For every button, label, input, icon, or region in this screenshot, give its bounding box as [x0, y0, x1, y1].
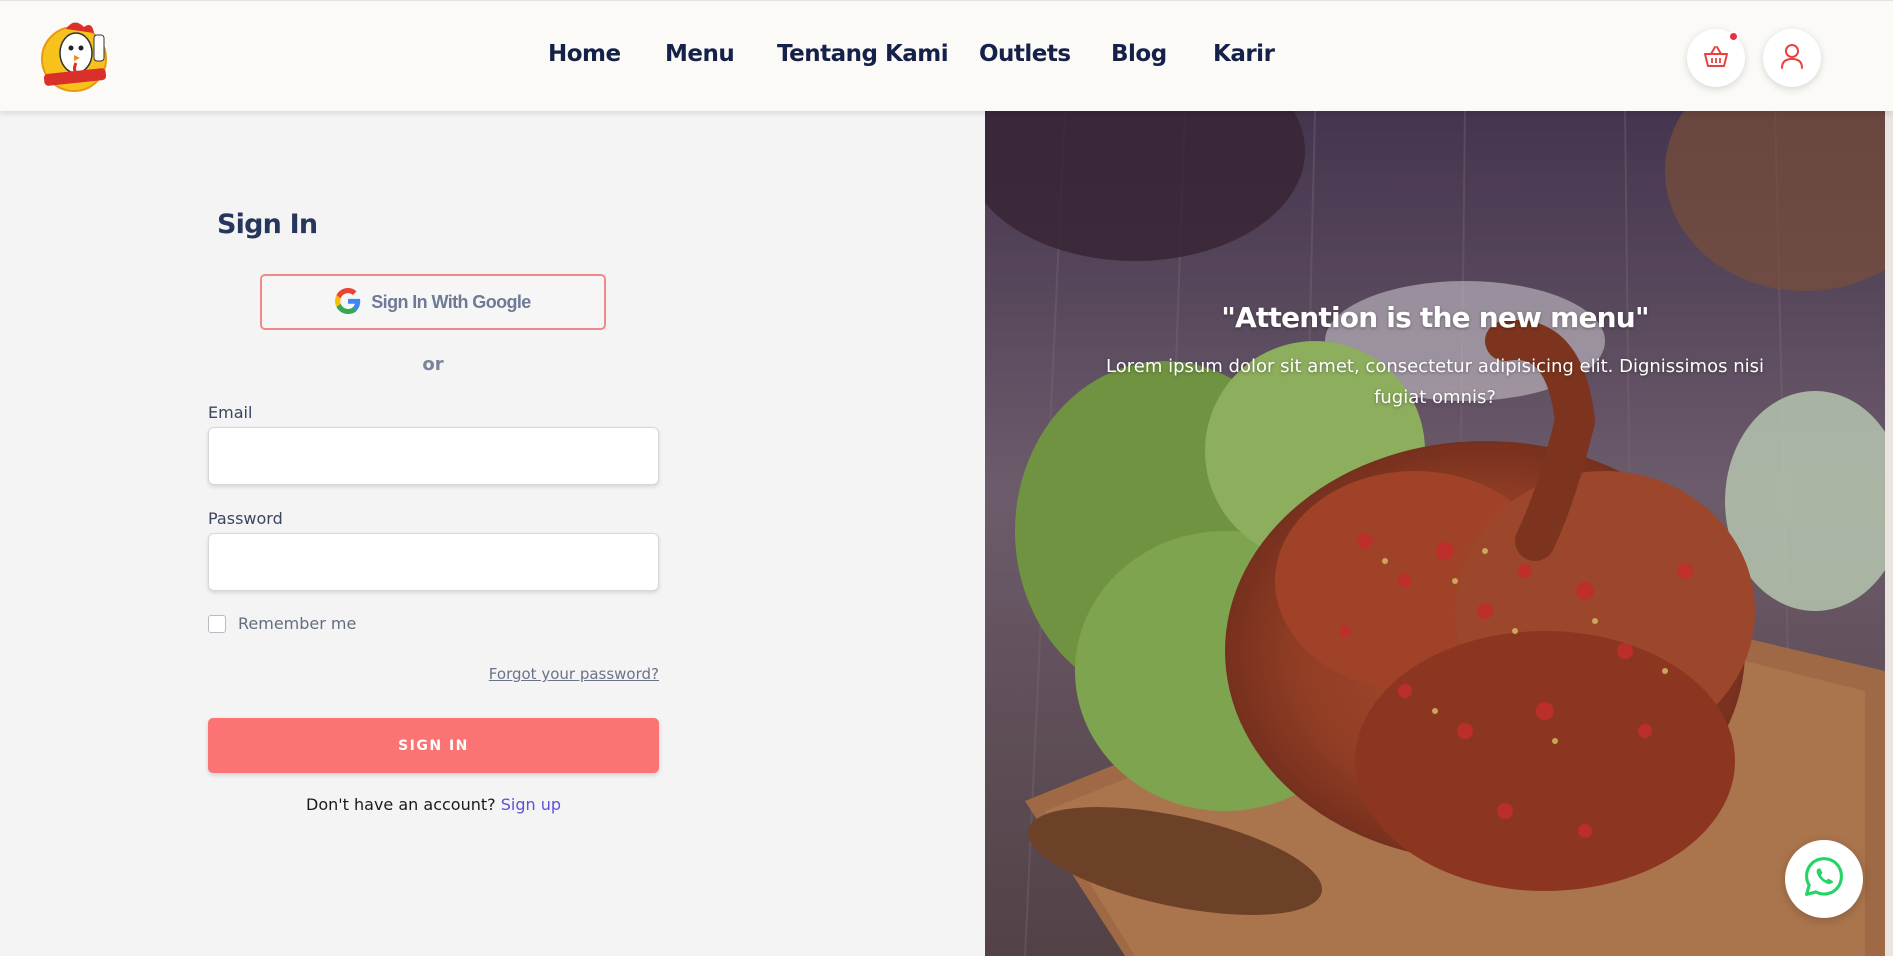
- hero-subtitle: Lorem ipsum dolor sit amet, consectetur …: [1106, 356, 1764, 408]
- hero-panel: "Attention is the new menu" Lorem ipsum …: [985, 111, 1885, 956]
- email-field[interactable]: [208, 427, 659, 485]
- signup-link[interactable]: Sign up: [501, 795, 561, 814]
- remember-me-label: Remember me: [238, 614, 357, 633]
- whatsapp-icon: [1802, 855, 1846, 903]
- basket-icon: [1703, 44, 1729, 72]
- page-edge: [1885, 111, 1893, 956]
- google-signin-button[interactable]: Sign In With Google: [260, 274, 606, 330]
- cart-button[interactable]: [1687, 29, 1745, 87]
- password-field[interactable]: [208, 533, 659, 591]
- nav-link-menu[interactable]: Menu: [665, 41, 735, 67]
- nav-link-karir[interactable]: Karir: [1213, 41, 1275, 67]
- grilled-chicken-photo: [985, 111, 1885, 956]
- brand-logo[interactable]: [36, 15, 120, 95]
- signup-prompt: Don't have an account? Sign up: [208, 795, 659, 814]
- nav-link-outlets[interactable]: Outlets: [979, 41, 1071, 67]
- signin-submit-button[interactable]: SIGN IN: [208, 718, 659, 773]
- whatsapp-button[interactable]: [1785, 840, 1863, 918]
- remember-me-row: Remember me: [208, 614, 356, 633]
- no-account-text: Don't have an account?: [306, 795, 496, 814]
- password-label: Password: [208, 509, 283, 528]
- page-title: Sign In: [217, 209, 318, 240]
- email-label: Email: [208, 403, 253, 422]
- google-icon: [335, 287, 361, 317]
- remember-me-checkbox[interactable]: [208, 614, 226, 633]
- nav-link-tentang-kami[interactable]: Tentang Kami: [777, 41, 949, 67]
- top-navbar: Home Menu Tentang Kami Outlets Blog Kari…: [0, 0, 1893, 111]
- user-icon: [1780, 43, 1804, 73]
- signin-panel: Sign In Sign In With Google or Email Pas…: [0, 111, 985, 956]
- forgot-password-link[interactable]: Forgot your password?: [489, 665, 659, 683]
- google-signin-label: Sign In With Google: [371, 291, 531, 312]
- hero-quote: "Attention is the new menu": [1221, 301, 1649, 334]
- account-button[interactable]: [1763, 29, 1821, 87]
- nav-link-blog[interactable]: Blog: [1111, 41, 1167, 67]
- cart-badge-dot: [1728, 31, 1739, 42]
- nav-link-home[interactable]: Home: [548, 41, 621, 67]
- or-divider: or: [422, 354, 444, 375]
